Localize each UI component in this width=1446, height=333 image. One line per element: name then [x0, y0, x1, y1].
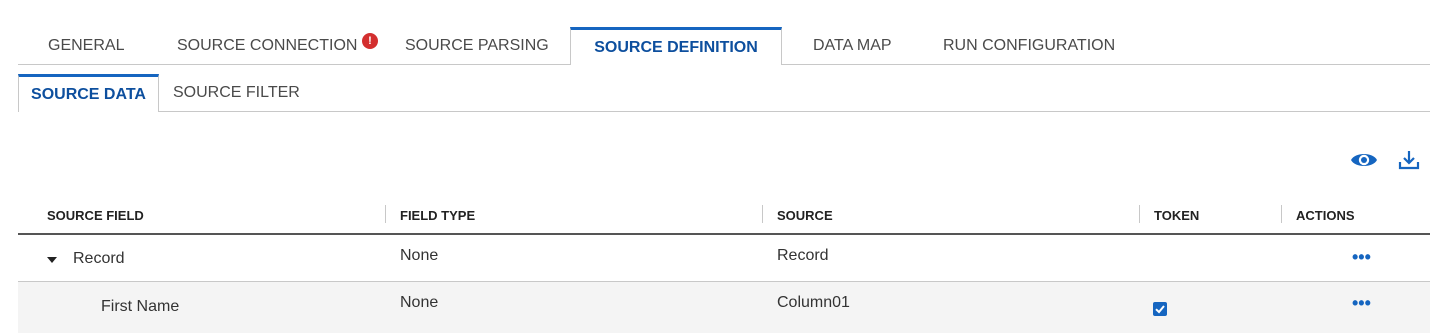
tab-data-map[interactable]: DATA MAP	[813, 27, 892, 65]
caret-down-icon[interactable]	[47, 257, 57, 263]
source-cell: Record	[777, 247, 829, 264]
source-cell: Column01	[777, 294, 850, 311]
column-header-field-type[interactable]: FIELD TYPE	[400, 200, 475, 231]
token-checkbox[interactable]	[1153, 302, 1167, 316]
subtab-source-filter[interactable]: SOURCE FILTER	[173, 74, 300, 112]
column-header-source[interactable]: SOURCE	[777, 200, 833, 231]
column-divider[interactable]	[385, 205, 386, 223]
tab-source-definition[interactable]: SOURCE DEFINITION	[570, 27, 782, 65]
eye-icon[interactable]	[1350, 149, 1378, 176]
checkmark-icon	[1155, 305, 1165, 314]
tab-source-parsing[interactable]: SOURCE PARSING	[405, 27, 549, 65]
page: GENERAL SOURCE CONNECTION ! SOURCE PARSI…	[0, 0, 1446, 333]
more-actions-icon[interactable]: •••	[1352, 248, 1371, 266]
source-data-table: SOURCE FIELD FIELD TYPE SOURCE TOKEN ACT…	[18, 200, 1430, 333]
column-header-actions: ACTIONS	[1296, 208, 1355, 223]
table-header: SOURCE FIELD FIELD TYPE SOURCE TOKEN ACT…	[18, 200, 1430, 235]
column-divider[interactable]	[1281, 205, 1282, 223]
subtab-source-data[interactable]: SOURCE DATA	[18, 74, 159, 112]
alert-icon: !	[362, 33, 378, 49]
table-row[interactable]: Record None Record •••	[18, 235, 1430, 282]
primary-tab-bar: GENERAL SOURCE CONNECTION ! SOURCE PARSI…	[18, 27, 1430, 65]
column-header-token[interactable]: TOKEN	[1154, 200, 1199, 231]
tab-source-connection[interactable]: SOURCE CONNECTION !	[177, 27, 378, 65]
field-type-cell: None	[400, 294, 439, 311]
tab-general[interactable]: GENERAL	[48, 27, 124, 65]
column-header-source-field[interactable]: SOURCE FIELD	[47, 200, 144, 231]
tab-run-configuration[interactable]: RUN CONFIGURATION	[943, 27, 1115, 65]
more-actions-icon[interactable]: •••	[1352, 294, 1371, 312]
secondary-tab-bar: SOURCE DATA SOURCE FILTER	[18, 74, 1430, 112]
table-row[interactable]: First Name None Column01 •••	[18, 282, 1430, 333]
column-divider[interactable]	[762, 205, 763, 223]
source-field-cell: First Name	[101, 298, 180, 315]
tab-label: SOURCE CONNECTION	[177, 37, 358, 54]
source-field-cell: Record	[73, 250, 125, 267]
download-icon[interactable]	[1398, 149, 1420, 176]
column-divider[interactable]	[1139, 205, 1140, 223]
field-type-cell: None	[400, 247, 439, 264]
